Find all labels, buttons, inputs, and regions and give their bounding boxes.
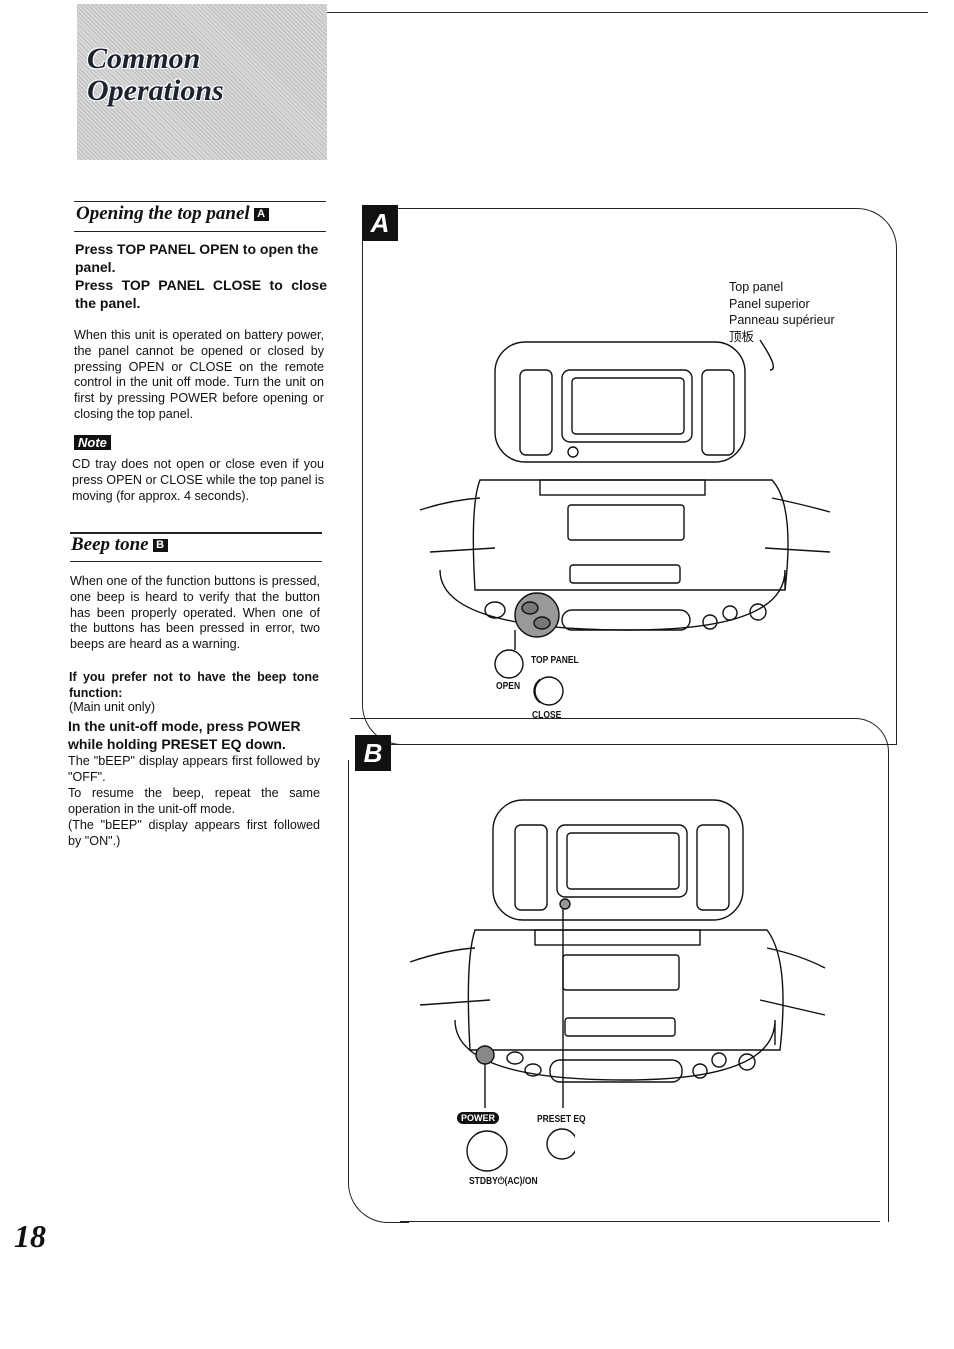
note-text: CD tray does not open or close even if y… (72, 457, 324, 503)
instruction-open: Press TOP PANEL OPEN to open the panel. (75, 241, 319, 275)
body-text: When one of the function buttons is pres… (70, 574, 320, 652)
left-button-group (519, 369, 553, 456)
top-panel-buttons-highlight (514, 592, 560, 638)
device-illustration-b (409, 799, 826, 1108)
display-window (561, 369, 693, 443)
power-button-highlight (475, 1045, 495, 1065)
top-panel-lid (494, 341, 746, 463)
label-top-panel: TOP PANEL (531, 655, 579, 666)
page-title-line2: Operations (87, 74, 224, 107)
divider (70, 561, 322, 562)
frame-edge (362, 240, 363, 700)
open-button-icon (494, 649, 524, 679)
figure-a-label: A (362, 205, 398, 241)
preset-eq-button-icon (546, 1128, 575, 1160)
page-title-line1: Common (87, 42, 201, 75)
resume-text: To resume the beep, repeat the same oper… (68, 786, 320, 816)
preset-eq-button-highlight (559, 898, 571, 910)
display-window (556, 824, 688, 898)
result-text: The "bEEP" display appears first followe… (68, 754, 320, 784)
figure-badge: B (152, 539, 168, 553)
frame-bottom (400, 1221, 880, 1222)
note-label-wrap: Note (74, 434, 111, 452)
top-rule (327, 12, 928, 13)
note-label: Note (74, 435, 111, 450)
transport-buttons (561, 609, 691, 631)
figure-b-label: B (355, 735, 391, 771)
body-text: When this unit is operated on battery po… (74, 328, 324, 421)
manual-page: Common Operations Opening the top panel A… (0, 0, 954, 1349)
stdby-label: STDBY⏻(AC)/ON (469, 1176, 538, 1187)
close-button-icon (534, 676, 564, 706)
device-body (472, 479, 789, 591)
label-en: Top panel (729, 280, 784, 294)
right-button-group (701, 369, 735, 456)
heading-text: Opening the top panel (76, 203, 250, 224)
divider (74, 231, 326, 232)
callout-line (759, 339, 774, 371)
resume-result-text: (The "bEEP" display appears first follow… (68, 818, 320, 848)
instruction-beep-off: In the unit-off mode, press POWER while … (68, 718, 301, 752)
top-panel-lid (492, 799, 744, 921)
subheading: If you prefer not to have the beep tone … (69, 670, 319, 700)
heading-text: Beep tone (71, 534, 149, 555)
power-button-icon (466, 1130, 508, 1172)
divider (74, 201, 326, 202)
label-fr: Panneau supérieur (729, 313, 835, 327)
main-only-note: (Main unit only) (69, 700, 156, 714)
control-deck (439, 569, 786, 631)
power-preset-buttons (466, 1128, 575, 1172)
instruction-close: Press TOP PANEL CLOSE to close the panel… (75, 277, 327, 311)
device-illustration-a (419, 339, 831, 650)
preset-eq-label: PRESET EQ (537, 1114, 586, 1125)
figure-badge: A (253, 208, 269, 222)
label-open: OPEN (496, 681, 521, 692)
frame-edge (348, 760, 349, 1170)
power-label: POWER (457, 1112, 500, 1124)
page-number: 18 (14, 1218, 46, 1254)
title-block: Common Operations (77, 4, 327, 160)
section-heading-beep-tone: Beep tone B (71, 534, 168, 556)
section-heading-top-panel: Opening the top panel A (76, 203, 269, 225)
label-es: Panel superior (729, 296, 810, 311)
